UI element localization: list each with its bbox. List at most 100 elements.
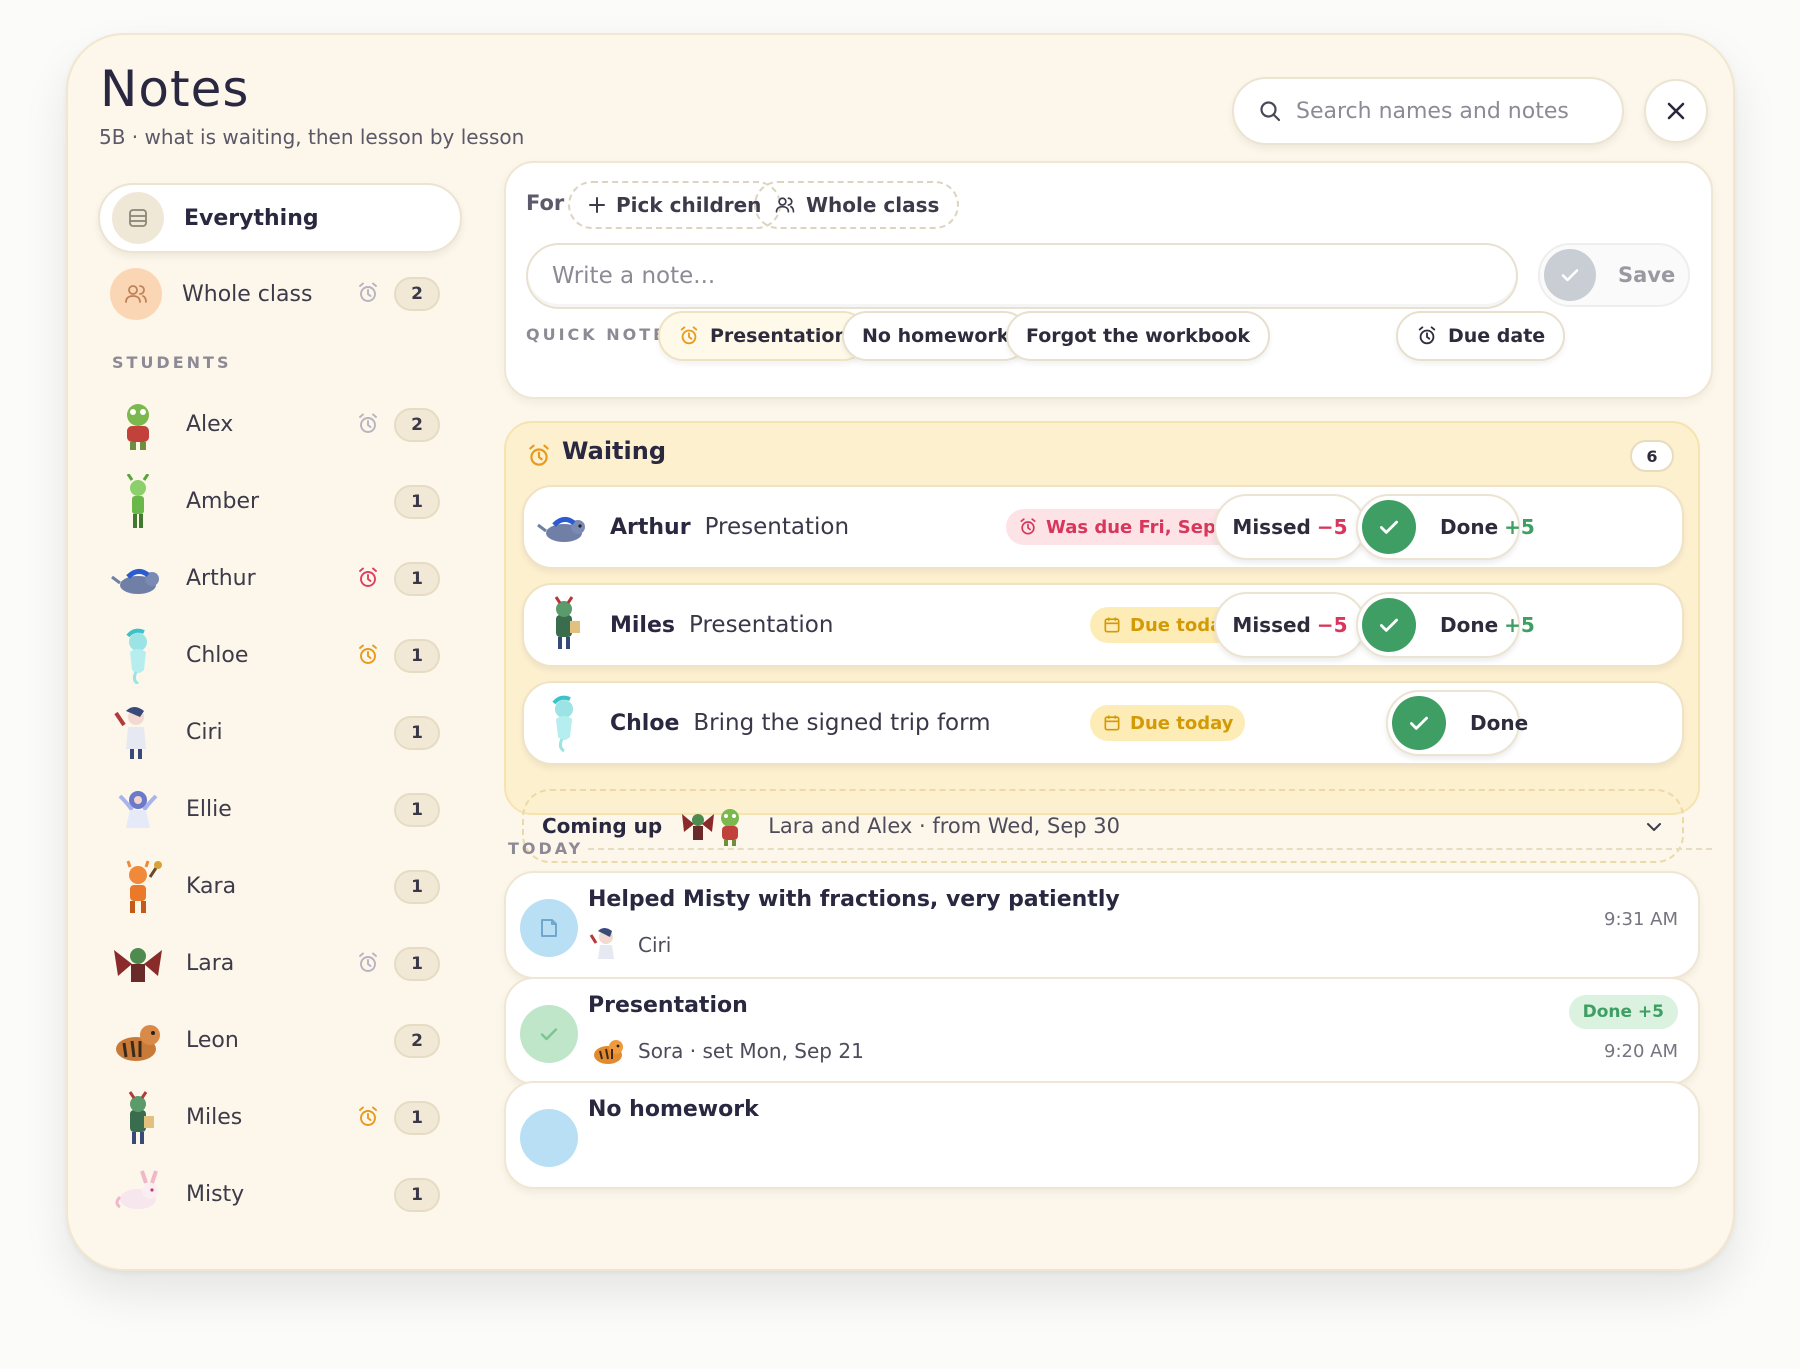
search-icon [1260,101,1281,122]
missed-label: Missed [1232,613,1311,637]
entry-subtitle: Sora · set Mon, Sep 21 [588,1031,864,1071]
today-heading: TODAY [508,839,584,858]
entry-title: Helped Misty with fractions, very patien… [588,887,1120,912]
done-label: Done [1440,613,1499,637]
alarm-icon [680,326,698,345]
task-text: Presentation [704,514,850,540]
count-badge: 1 [394,716,440,750]
sidebar-item-student[interactable]: Miles 1 [98,1079,462,1156]
done-label: Done [1470,711,1529,735]
sidebar-item-label: Lara [186,951,235,976]
avatar [126,860,162,913]
sidebar-item-student[interactable]: Misty 1 [98,1156,462,1233]
sidebar-item-student[interactable]: Leon 2 [98,1002,462,1079]
alarm-icon [359,567,377,587]
count-badge: 2 [394,408,440,442]
note-entry[interactable]: No homework [504,1081,1700,1189]
sidebar-item-student[interactable]: Alex 2 [98,386,462,463]
search-box[interactable] [1232,77,1624,145]
count-badge: 2 [394,1024,440,1058]
sidebar-item-label: Everything [184,205,319,231]
note-entry[interactable]: Helped Misty with fractions, very patien… [504,871,1700,979]
pick-children-button[interactable]: Pick children [568,181,782,229]
task-text: Bring the signed trip form [693,710,991,736]
sidebar-item-label: Ciri [186,720,223,745]
done-points: +5 [1504,613,1535,637]
sidebar-item-student[interactable]: Ellie 1 [98,771,462,848]
waiting-title: Waiting [562,437,667,465]
whole-class-button[interactable]: Whole class [754,181,960,229]
coming-up-row[interactable]: Coming up Lara and Alex · from Wed, Sep … [522,789,1684,863]
chevron-down-icon[interactable] [1644,817,1664,837]
whole-class-label: Whole class [806,193,940,217]
task-text: Presentation [689,612,834,638]
done-badge: Done +5 [1568,995,1678,1029]
page-title: Notes [100,60,250,118]
alarm-icon [359,952,377,972]
missed-label: Missed [1232,515,1311,539]
sidebar-item-label: Ellie [186,797,232,822]
avatar [118,790,158,828]
task-row: Arthur Presentation Was due Fri, Sep 25 … [522,485,1684,569]
task-student: Chloe [610,710,680,736]
done-button[interactable]: Done [1386,690,1528,756]
check-icon [1544,249,1596,301]
avatar [114,706,146,759]
avatar [589,928,614,959]
missed-button[interactable]: Missed −5 [1214,592,1366,658]
check-icon [1362,500,1416,554]
sidebar-item-student[interactable]: Kara 1 [98,848,462,925]
sidebar-item-student[interactable]: Amber 1 [98,463,462,540]
avatar [534,497,594,557]
save-button[interactable]: Save [1538,243,1690,307]
check-icon [520,1005,578,1063]
sidebar: Everything Whole class 2 STUDENTS Alex 2 A… [98,183,462,1233]
save-label: Save [1618,263,1676,287]
sidebar-item-label: Kara [186,874,237,899]
quick-note-no-homework[interactable]: No homework [842,311,1030,361]
count-badge: 1 [394,1178,440,1212]
note-field[interactable] [526,243,1518,309]
sidebar-item-label: Alex [186,412,234,437]
alarm-icon [359,644,377,664]
note-icon [520,899,578,957]
quick-note-presentation[interactable]: Presentation [658,311,868,361]
plus-icon [589,197,605,213]
due-date-button[interactable]: Due date [1396,311,1566,361]
note-entry[interactable]: Presentation Sora · set Mon, Sep 21 Done… [504,977,1700,1085]
missed-points: −5 [1316,613,1348,637]
note-input[interactable] [552,263,1452,289]
notes-panel: Notes 5B · what is waiting, then lesson … [66,33,1735,1271]
sidebar-item-student[interactable]: Ciri 1 [98,694,462,771]
avatar [128,1090,154,1144]
quick-note-forgot-workbook[interactable]: Forgot the workbook [1006,311,1271,361]
sidebar-item-everything[interactable]: Everything [98,183,462,253]
avatar [534,693,594,753]
done-button[interactable]: Done +5 [1356,592,1535,658]
entry-time: 9:20 AM [1604,1041,1678,1062]
due-date-label: Due date [1448,325,1546,347]
avatar [721,809,740,846]
entry-time: 9:31 AM [1604,909,1678,930]
for-label: For [526,191,565,215]
sidebar-item-label: Arthur [186,566,256,591]
alarm-icon [1418,326,1436,345]
sidebar-item-student[interactable]: Lara 1 [98,925,462,1002]
missed-button[interactable]: Missed −5 [1214,494,1366,560]
waiting-section: Waiting 6 Arthur Presentation Was due Fr… [504,421,1700,863]
count-badge: 1 [394,870,440,904]
entry-student: Ciri [638,933,672,957]
alarm-icon [359,1106,377,1126]
search-input[interactable] [1296,98,1596,124]
sidebar-item-student[interactable]: Chloe 1 [98,617,462,694]
entry-student: Sora · set Mon, Sep 21 [638,1039,864,1063]
done-button[interactable]: Done +5 [1356,494,1535,560]
done-label: Done [1440,515,1499,539]
list-icon [112,192,164,244]
check-icon [1362,598,1416,652]
entry-title: No homework [588,1097,759,1122]
close-button[interactable] [1644,79,1708,143]
sidebar-item-whole-class[interactable]: Whole class 2 [98,259,462,329]
count-badge: 1 [394,562,440,596]
sidebar-item-student[interactable]: Arthur 1 [98,540,462,617]
